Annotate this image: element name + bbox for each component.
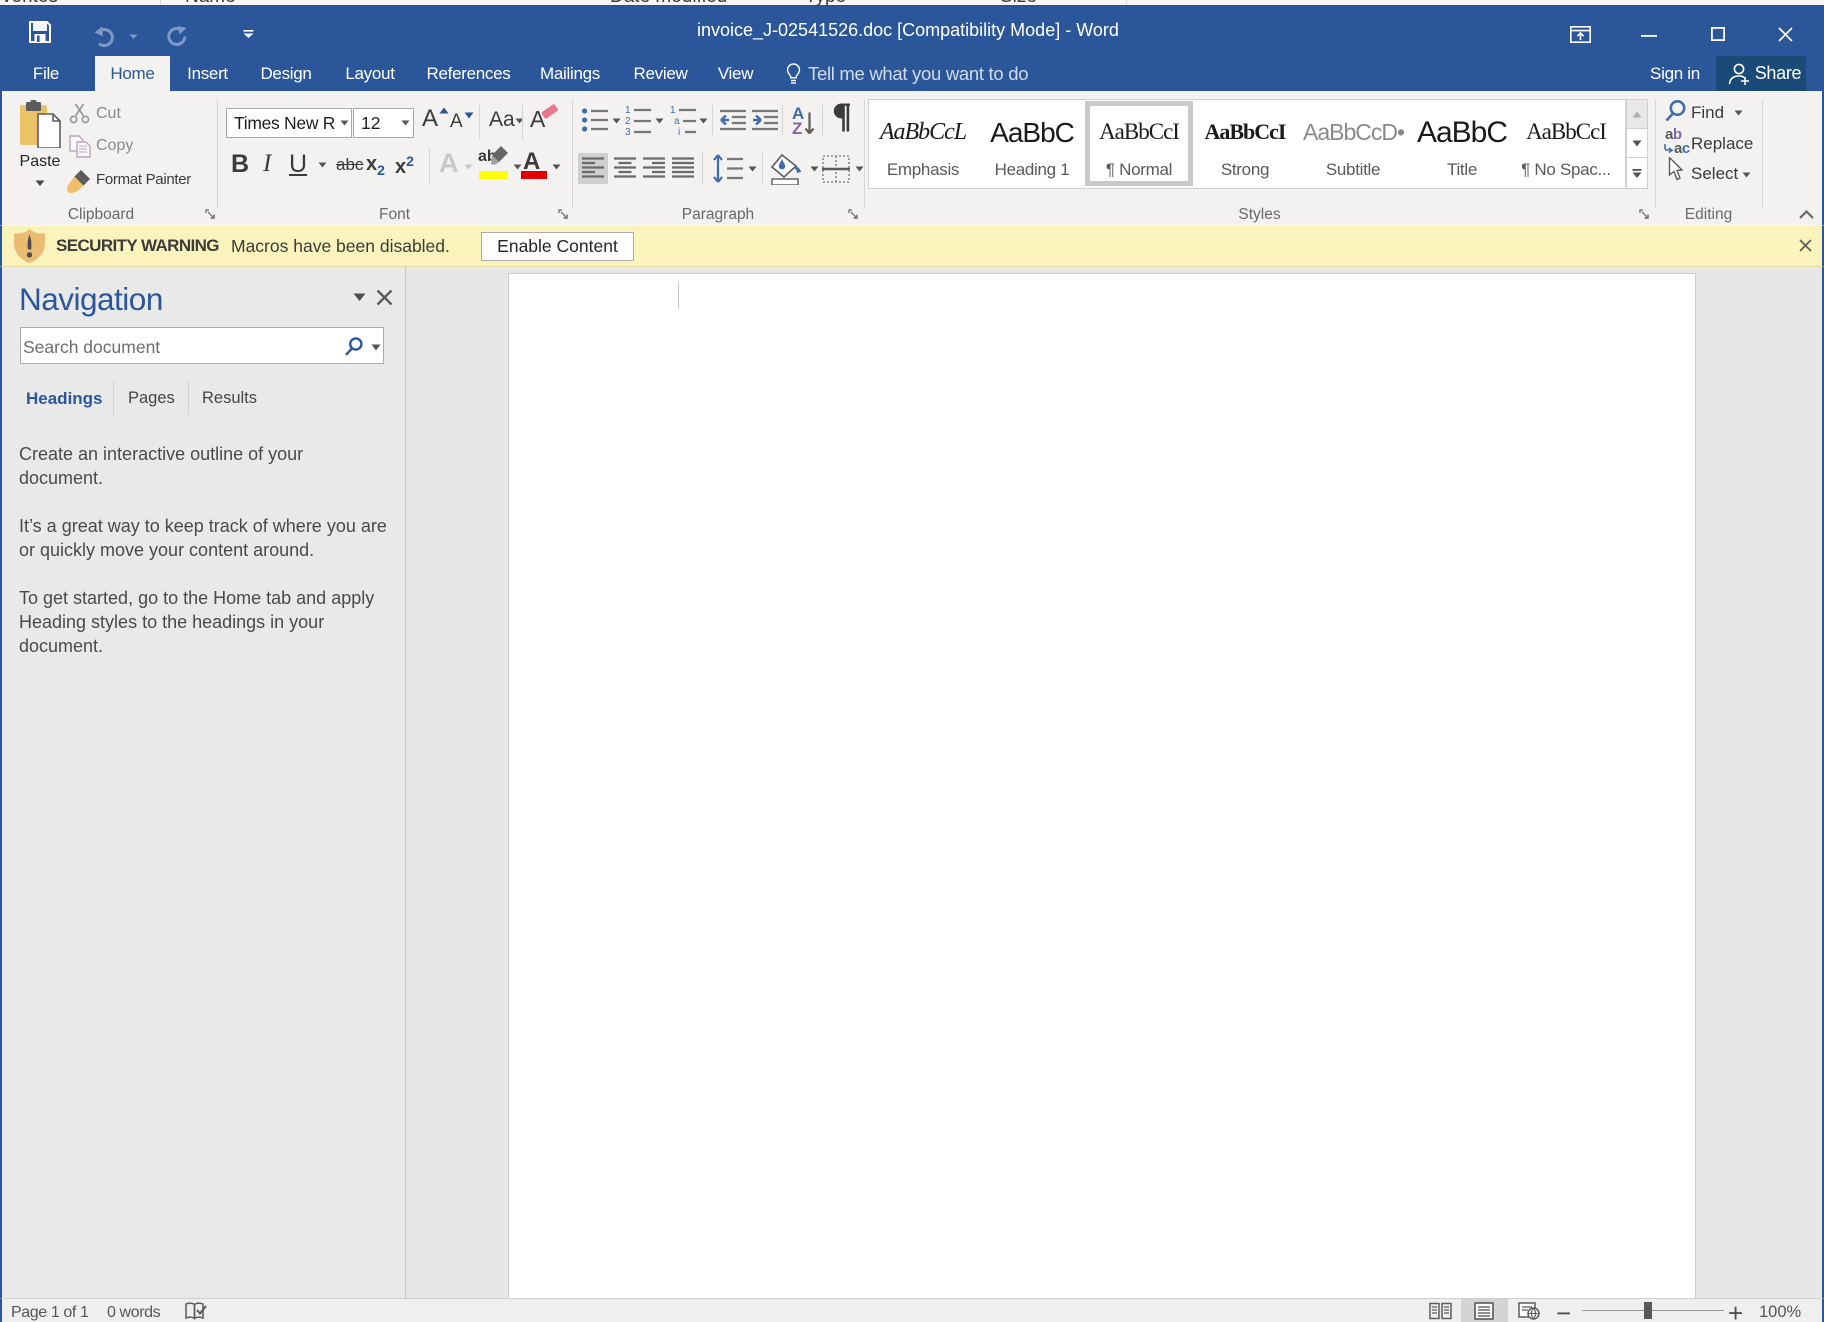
svg-text:i: i <box>678 127 680 135</box>
svg-text:1: 1 <box>625 105 631 116</box>
svg-text:3: 3 <box>625 127 631 135</box>
svg-text:a: a <box>674 116 680 127</box>
svg-text:1: 1 <box>670 105 676 116</box>
svg-text:Z: Z <box>792 119 802 135</box>
svg-text:2: 2 <box>625 116 631 127</box>
